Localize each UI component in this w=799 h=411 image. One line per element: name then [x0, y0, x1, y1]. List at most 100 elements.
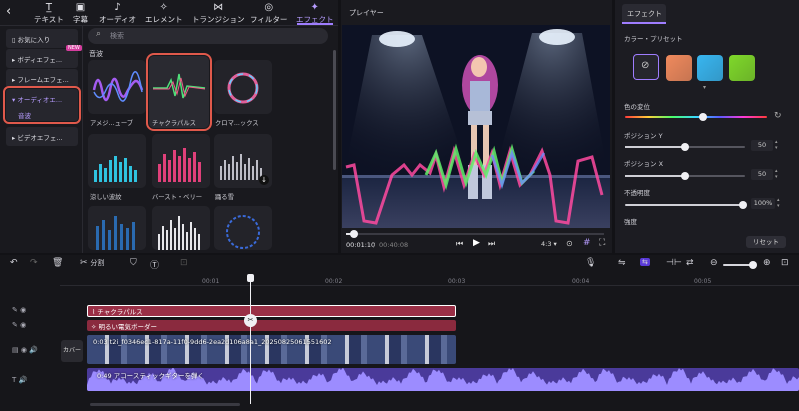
zoom-handle[interactable]: [749, 261, 757, 269]
undo-icon[interactable]: ↶: [10, 258, 18, 268]
search-icon: ⌕: [96, 29, 102, 39]
grid-scrollbar[interactable]: [333, 50, 336, 170]
aspect-ratio-select[interactable]: 4:3 ▾: [541, 240, 557, 248]
position-x-handle[interactable]: [681, 172, 689, 180]
new-badge: NEW: [66, 45, 82, 51]
back-icon[interactable]: ‹: [6, 4, 11, 19]
zoom-out-icon[interactable]: ⊖: [710, 258, 718, 268]
shield-icon[interactable]: ⛉: [130, 258, 137, 268]
tab-effect-properties[interactable]: エフェクト: [622, 4, 666, 24]
search-input[interactable]: ⌕ 検索: [88, 28, 328, 44]
effect-thumb-9[interactable]: [214, 206, 272, 250]
effect-label: チャクラパルス: [152, 120, 196, 127]
mic-icon[interactable]: 🎙: [585, 258, 596, 268]
position-x-slider[interactable]: [625, 172, 745, 180]
category-frame-effect[interactable]: ▸ フレームエフェ...: [6, 69, 78, 88]
preset-orange[interactable]: [666, 55, 692, 81]
position-y-value[interactable]: 50: [751, 140, 773, 151]
playhead-handle[interactable]: [247, 274, 254, 282]
category-body-effect[interactable]: ▸ ボディエフェ...: [6, 49, 78, 68]
player-progress-track[interactable]: [346, 230, 604, 238]
video-track-icon[interactable]: ▤ ◉ 🔊: [12, 346, 38, 354]
no-entry-icon: ⊘: [641, 60, 650, 71]
preset-none[interactable]: ⊘: [633, 54, 659, 80]
effect-thumb-chroma[interactable]: [214, 60, 272, 114]
split-button[interactable]: ✂ 分割: [80, 258, 104, 268]
fit-icon[interactable]: ⊡: [781, 258, 789, 268]
delete-icon[interactable]: 🗑: [52, 258, 63, 268]
preset-green[interactable]: [729, 55, 755, 81]
position-y-slider[interactable]: [625, 143, 745, 151]
tab-audio[interactable]: ♪ オーディオ: [99, 2, 136, 25]
player-viewport[interactable]: [342, 25, 610, 228]
zoom-in-icon[interactable]: ⊕: [763, 258, 771, 268]
color-preset-label: カラー・プリセット: [624, 35, 683, 43]
grid-icon[interactable]: #: [583, 238, 591, 248]
effect-thumb-8[interactable]: [152, 206, 210, 250]
tab-subtitle[interactable]: ▣ 字幕: [73, 2, 88, 25]
text-box-icon[interactable]: Ⓣ: [150, 258, 159, 271]
effect-thumb-dancing-snow[interactable]: ↓: [214, 134, 272, 188]
snapshot-icon[interactable]: ⊙: [566, 239, 573, 248]
position-y-handle[interactable]: [681, 143, 689, 151]
category-video-effect[interactable]: ▸ ビデオエフェ...: [6, 127, 78, 146]
effect-thumb-burst-berry[interactable]: [152, 134, 210, 188]
filter-icon: ◎: [264, 2, 274, 13]
opacity-handle[interactable]: [739, 201, 747, 209]
reset-button[interactable]: リセット: [746, 236, 786, 248]
category-audio-effect[interactable]: ▾ オーディオエ... 音波: [3, 86, 81, 124]
tick-label: 00:02: [325, 278, 343, 285]
effect-thumb-cool-ripple[interactable]: [88, 134, 146, 188]
position-x-fill: [625, 175, 685, 177]
reset-hue-icon[interactable]: ↻: [774, 111, 782, 121]
effect-clip-electric-border[interactable]: ✧ 明るい電気ボーダー: [87, 320, 456, 331]
snap-icon[interactable]: ⊣⊢: [666, 258, 682, 268]
crop-icon[interactable]: ⊡: [180, 258, 188, 268]
fullscreen-icon[interactable]: ⛶: [599, 238, 605, 248]
active-indicator: [622, 22, 666, 24]
stepper-icon[interactable]: ▴ ▾: [775, 139, 778, 151]
effect-icon: ✦: [310, 2, 319, 13]
effect-clip-chakra-pulse[interactable]: ⌇ チャクラパルス: [87, 305, 456, 317]
effect-thumb-7[interactable]: [88, 206, 146, 250]
stepper-icon[interactable]: ▴ ▾: [775, 168, 778, 180]
audio-clip[interactable]: 0:49 アコースティックギターを弾く: [87, 368, 799, 391]
effect-track-icon[interactable]: ✎ ◉: [12, 321, 26, 329]
opacity-slider[interactable]: [625, 201, 747, 209]
opacity-value[interactable]: 100%: [751, 198, 775, 209]
tab-filter[interactable]: ◎ フィルター: [250, 2, 287, 25]
split-marker-icon[interactable]: ✂: [244, 314, 257, 327]
play-icon[interactable]: ▶: [473, 238, 480, 248]
strength-label: 強度: [624, 218, 637, 226]
tab-transition[interactable]: ⋈ トランジション: [192, 2, 245, 25]
subtitle-icon: ▣: [75, 2, 86, 13]
preset-blue[interactable]: [697, 55, 723, 81]
link-icon[interactable]: ⇋: [618, 258, 626, 268]
effect-thumb-amethyst[interactable]: [88, 60, 146, 114]
hue-label: 色の変位: [624, 103, 650, 111]
video-clip[interactable]: 0:03 t2i_f0346ec1-817a-11f0-9dd6-2ea2d10…: [87, 335, 456, 364]
effect-track-icon[interactable]: ✎ ◉: [12, 306, 26, 314]
tab-text[interactable]: T̲ テキスト: [34, 2, 64, 25]
presets-expand-icon[interactable]: ▾: [703, 84, 706, 91]
current-time: 00:01:10: [346, 241, 376, 249]
tab-effect[interactable]: ✦ エフェクト: [296, 2, 334, 25]
next-frame-icon[interactable]: ⏭: [488, 239, 495, 249]
magnet-icon[interactable]: ⇆: [640, 258, 650, 266]
tab-element[interactable]: ✧ エレメント: [145, 2, 183, 25]
player-progress-handle[interactable]: [349, 230, 358, 238]
timeline-scrollbar[interactable]: [90, 403, 240, 406]
category-sub-soundwave[interactable]: 音波: [18, 110, 78, 120]
stepper-icon[interactable]: ▴ ▾: [777, 197, 780, 209]
hue-slider[interactable]: [625, 113, 767, 121]
cover-button[interactable]: カバー: [61, 340, 83, 362]
redo-icon[interactable]: ↷: [30, 258, 38, 268]
audio-track-icon[interactable]: T 🔊: [12, 376, 27, 384]
position-x-value[interactable]: 50: [751, 169, 773, 180]
total-time: 00:40:08: [379, 241, 409, 249]
zoom-slider[interactable]: [723, 261, 757, 269]
loop-icon[interactable]: ⇄: [686, 258, 694, 268]
position-x-label: ポジション X: [624, 160, 664, 168]
download-icon[interactable]: ↓: [259, 175, 269, 185]
prev-frame-icon[interactable]: ⏮: [456, 239, 463, 249]
